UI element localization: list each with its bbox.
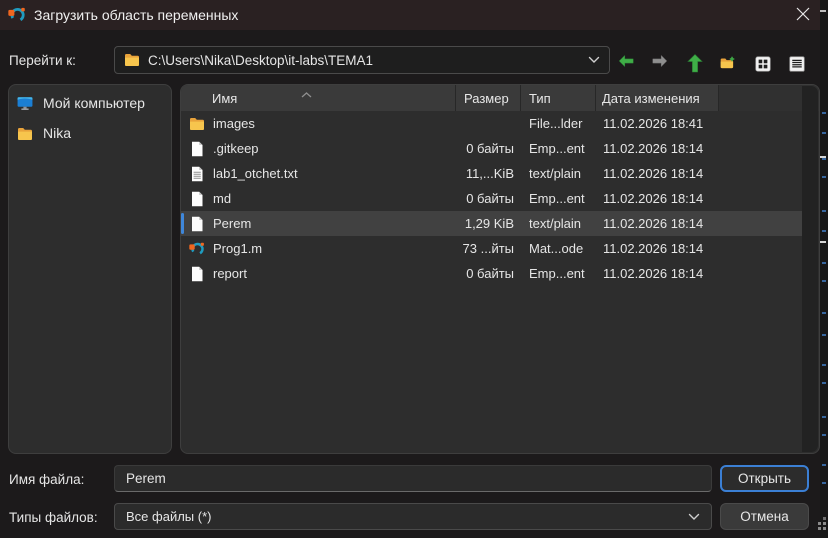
file-type-cell: Emp...ent [521, 141, 596, 156]
detail-view-button[interactable] [783, 47, 811, 74]
grid-view-icon [755, 53, 771, 69]
file-list-scrollbar[interactable] [802, 86, 818, 452]
file-name-cell: images [181, 116, 456, 132]
table-header: ИмяРазмерТипДата изменения [181, 85, 819, 111]
file-type-cell: Mat...ode [521, 241, 596, 256]
file-size-cell: 73 ...йты [456, 241, 521, 256]
file-date-cell: 11.02.2026 18:14 [596, 241, 719, 256]
file-name-cell: report [181, 266, 456, 282]
file-name-cell: lab1_otchet.txt [181, 166, 456, 182]
table-row[interactable]: images File...lder11.02.2026 18:41 [181, 111, 803, 136]
filename-input[interactable] [114, 465, 712, 492]
file-name: .gitkeep [213, 141, 259, 156]
icon-view-button[interactable] [749, 47, 777, 74]
close-button[interactable] [790, 3, 816, 27]
table-row[interactable]: .gitkeep 0 байтыEmp...ent11.02.2026 18:14 [181, 136, 803, 161]
filetype-value: Все файлы (*) [126, 509, 211, 524]
column-header-0[interactable]: Имя [181, 85, 456, 111]
file-type-cell: text/plain [521, 216, 596, 231]
table-row[interactable]: lab1_otchet.txt 11,...KiBtext/plain11.02.… [181, 161, 803, 186]
file-date-cell: 11.02.2026 18:14 [596, 266, 719, 281]
goto-label: Перейти к: [9, 53, 76, 68]
file-name-cell: Perem [181, 216, 456, 232]
file-name: md [213, 191, 231, 206]
chevron-down-icon [688, 509, 700, 524]
file-date-cell: 11.02.2026 18:14 [596, 216, 719, 231]
back-button[interactable] [612, 47, 640, 74]
file-icon [189, 141, 205, 157]
file-name: images [213, 116, 255, 131]
chevron-down-icon [588, 56, 600, 64]
resize-grip-icon [818, 522, 821, 525]
folder-icon [17, 125, 33, 141]
list-view-icon [789, 53, 805, 69]
file-name-cell: md [181, 191, 456, 207]
filetype-combobox[interactable]: Все файлы (*) [114, 503, 712, 530]
table-row[interactable]: md 0 байтыEmp...ent11.02.2026 18:14 [181, 186, 803, 211]
file-name: Perem [213, 216, 251, 231]
octave-logo-icon [8, 6, 26, 24]
sidebar-item-label: Nika [43, 125, 71, 141]
text-file-icon [189, 166, 205, 182]
file-name: lab1_otchet.txt [213, 166, 298, 181]
sidebar-item-my-computer[interactable]: Мой компьютер [9, 88, 171, 118]
file-name-cell: .gitkeep [181, 141, 456, 157]
table-row[interactable]: report 0 байтыEmp...ent11.02.2026 18:14 [181, 261, 803, 286]
file-date-cell: 11.02.2026 18:14 [596, 141, 719, 156]
column-header-3[interactable]: Дата изменения [596, 85, 719, 111]
arrow-up-icon [687, 53, 703, 69]
forward-button[interactable] [646, 47, 674, 74]
up-button[interactable] [681, 47, 709, 74]
titlebar: Загрузить область переменных [0, 0, 820, 30]
background-window-strip [820, 0, 828, 538]
arrow-right-icon [652, 53, 668, 69]
file-size-cell: 0 байты [456, 141, 521, 156]
cancel-button[interactable]: Отмена [720, 503, 809, 530]
column-header-2[interactable]: Тип [521, 85, 596, 111]
octave-logo-icon [189, 241, 205, 257]
filename-label: Имя файла: [9, 472, 84, 487]
close-icon [796, 7, 810, 24]
filetype-label: Типы файлов: [9, 510, 98, 525]
path-combobox[interactable]: C:\Users\Nika\Desktop\it-labs\ТЕМА1 [114, 46, 610, 74]
file-type-cell: File...lder [521, 116, 596, 131]
file-list-panel: ИмяРазмерТипДата изменения images File...… [180, 84, 820, 454]
file-date-cell: 11.02.2026 18:14 [596, 166, 719, 181]
file-name: Prog1.m [213, 241, 262, 256]
background-code-minimap [822, 112, 826, 114]
sidebar-item-label: Мой компьютер [43, 95, 145, 111]
file-type-cell: text/plain [521, 166, 596, 181]
sort-ascending-icon [301, 86, 312, 92]
table-row[interactable]: Prog1.m 73 ...йтыMat...ode11.02.2026 18:1… [181, 236, 803, 261]
dialog-title: Загрузить область переменных [34, 7, 238, 23]
file-date-cell: 11.02.2026 18:41 [596, 116, 719, 131]
folder-plus-icon [720, 53, 736, 69]
folder-icon [124, 52, 140, 68]
places-sidebar: Мой компьютер Nika [8, 84, 172, 454]
new-folder-button[interactable] [714, 47, 742, 74]
file-name: report [213, 266, 247, 281]
file-icon [189, 216, 205, 232]
file-name-cell: Prog1.m [181, 241, 456, 257]
current-path: C:\Users\Nika\Desktop\it-labs\ТЕМА1 [148, 53, 373, 68]
file-type-cell: Emp...ent [521, 191, 596, 206]
background-minimap-marker [820, 156, 826, 158]
table-row[interactable]: Perem 1,29 KiBtext/plain11.02.2026 18:14 [181, 211, 803, 236]
sidebar-item-nika[interactable]: Nika [9, 118, 171, 148]
file-icon [189, 266, 205, 282]
file-type-cell: Emp...ent [521, 266, 596, 281]
file-size-cell: 1,29 KiB [456, 216, 521, 231]
folder-icon [189, 116, 205, 132]
file-icon [189, 191, 205, 207]
column-header-1[interactable]: Размер [456, 85, 521, 111]
file-size-cell: 11,...KiB [456, 166, 521, 181]
load-variables-dialog: Загрузить область переменных Перейти к: … [0, 0, 828, 538]
arrow-left-icon [618, 53, 634, 69]
open-button[interactable]: Открыть [720, 465, 809, 492]
file-size-cell: 0 байты [456, 191, 521, 206]
computer-icon [17, 95, 33, 111]
file-date-cell: 11.02.2026 18:14 [596, 191, 719, 206]
file-size-cell: 0 байты [456, 266, 521, 281]
